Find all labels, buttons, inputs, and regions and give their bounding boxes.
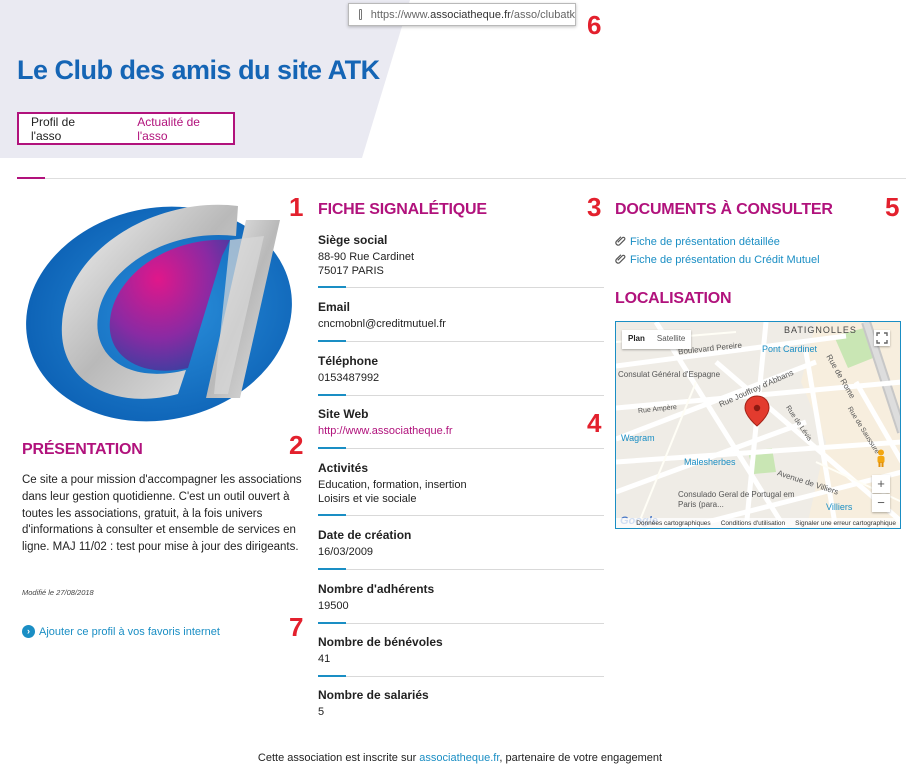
fiche-divider [318,675,604,677]
page: https://www. associatheque.fr/asso/clubat… [0,0,920,772]
fiche-label: Activités [318,461,369,475]
fiche-siteweb: Site Web http://www.associatheque.fr [318,407,604,438]
fiche-value: 88-90 Rue Cardinet 75017 PARIS [318,251,415,277]
fiche-label: Nombre d'adhérents [318,582,435,596]
footer-site-link[interactable]: associatheque.fr [419,752,499,764]
fiche-value: 16/03/2009 [318,546,374,558]
add-favorites-link[interactable]: › Ajouter ce profil à vos favoris intern… [22,625,220,638]
url-path: /asso/clubatk [510,8,575,21]
profile-tabs: Profil de l'asso Actualité de l'asso [17,112,235,145]
fiche-value: 41 [318,653,331,665]
page-icon [359,9,362,20]
map-terms-link[interactable]: Conditions d'utilisation [721,520,785,527]
url-domain: associatheque.fr [430,8,511,21]
website-link[interactable]: http://www.associatheque.fr [318,424,604,438]
fiche-label: Nombre de bénévoles [318,635,443,649]
zoom-out-button[interactable]: − [872,494,890,512]
tab-actualite[interactable]: Actualité de l'asso [108,115,233,143]
documents-title: DOCUMENTS À CONSULTER [615,201,833,218]
fiche-siege: Siège social 88-90 Rue Cardinet 75017 PAR… [318,233,604,278]
map-label: Consulat Général d'Espagne [618,370,721,379]
map-label: Malesherbes [684,457,736,467]
map-label: Wagram [621,433,655,443]
map-data-link[interactable]: Données cartographiques [636,520,710,527]
fiche-label: Nombre de salariés [318,688,429,702]
annotation-5: 5 [885,192,900,222]
footer-text-end: , partenaire de votre engagement [499,752,663,764]
chevron-right-icon: › [22,625,35,638]
fiche-divider [318,286,604,288]
annotation-7: 7 [289,612,304,642]
location-map[interactable]: BATIGNOLLES Boulevard Pereire Pont Cardi… [615,321,901,529]
map-report-link[interactable]: Signaler une erreur cartographique [795,520,896,527]
paperclip-icon [615,235,626,249]
fullscreen-icon[interactable] [874,330,890,346]
map-attribution: Données cartographiques Conditions d'uti… [616,518,900,528]
fiche-divider [318,622,604,624]
fiche-adherents: Nombre d'adhérents 19500 [318,582,604,613]
localisation-title: LOCALISATION [615,290,732,307]
fiche-salaries: Nombre de salariés 5 [318,688,604,719]
tab-profil[interactable]: Profil de l'asso [19,115,108,143]
fiche-value: Education, formation, insertion Loisirs e… [318,479,467,505]
presentation-title: PRÉSENTATION [22,441,143,458]
document-label: Fiche de présentation détaillée [630,236,780,248]
add-favorites-label: Ajouter ce profil à vos favoris internet [39,625,220,638]
fiche-divider [318,340,604,342]
fiche-divider [318,568,604,570]
document-link-fiche-detaillee[interactable]: Fiche de présentation détaillée [615,235,780,249]
map-label: Pont Cardinet [762,344,818,354]
fiche-value: 0153487992 [318,372,380,384]
map-type-control: Plan Satellite [622,330,692,349]
map-label: Villiers [826,502,853,512]
fiche-label: Téléphone [318,354,379,368]
annotation-2: 2 [289,430,304,460]
annotation-6: 6 [587,10,602,40]
fiche-activites: Activités Education, formation, insertio… [318,461,604,506]
url-prefix: https://www. [370,8,431,21]
fiche-label: Email [318,300,351,314]
footer-text: Cette association est inscrite sur [257,752,420,764]
zoom-in-button[interactable]: + [872,475,890,493]
map-type-plan[interactable]: Plan [622,330,651,349]
fiche-value: 5 [318,706,325,718]
annotation-3: 3 [587,192,602,222]
map-label: BATIGNOLLES [784,325,857,335]
modified-date: Modifié le 27/08/2018 [22,588,94,597]
divider-accent [17,177,45,179]
divider [17,178,906,179]
fiche-title: FICHE SIGNALÉTIQUE [318,201,487,218]
fiche-value: 19500 [318,600,349,612]
fiche-label: Date de création [318,528,412,542]
document-label: Fiche de présentation du Crédit Mutuel [630,254,820,266]
fiche-benevoles: Nombre de bénévoles 41 [318,635,604,666]
pegman-icon[interactable] [875,449,887,467]
paperclip-icon [615,253,626,267]
fiche-divider [318,394,604,396]
association-logo [18,198,300,426]
fiche-label: Siège social [318,233,388,247]
fiche-date-creation: Date de création 16/03/2009 [318,528,604,559]
fiche-value: cncmobnl@creditmutuel.fr [318,318,446,330]
fiche-divider [318,514,604,516]
fiche-label: Site Web [318,407,369,421]
map-type-satellite[interactable]: Satellite [651,330,691,349]
fiche-telephone: Téléphone 0153487992 [318,354,604,385]
fiche-divider [318,447,604,449]
document-link-credit-mutuel[interactable]: Fiche de présentation du Crédit Mutuel [615,253,820,267]
page-title: Le Club des amis du site ATK [17,55,380,85]
map-label: Consulado Geral de Portugal em Paris (pa… [678,490,795,509]
fiche-email: Email cncmobnl@creditmutuel.fr [318,300,604,331]
page-footer: Cette association est inscrite sur assoc… [0,752,920,764]
browser-url-bar[interactable]: https://www. associatheque.fr/asso/clubat… [348,3,576,26]
presentation-text: Ce site a pour mission d'accompagner les… [22,474,302,554]
